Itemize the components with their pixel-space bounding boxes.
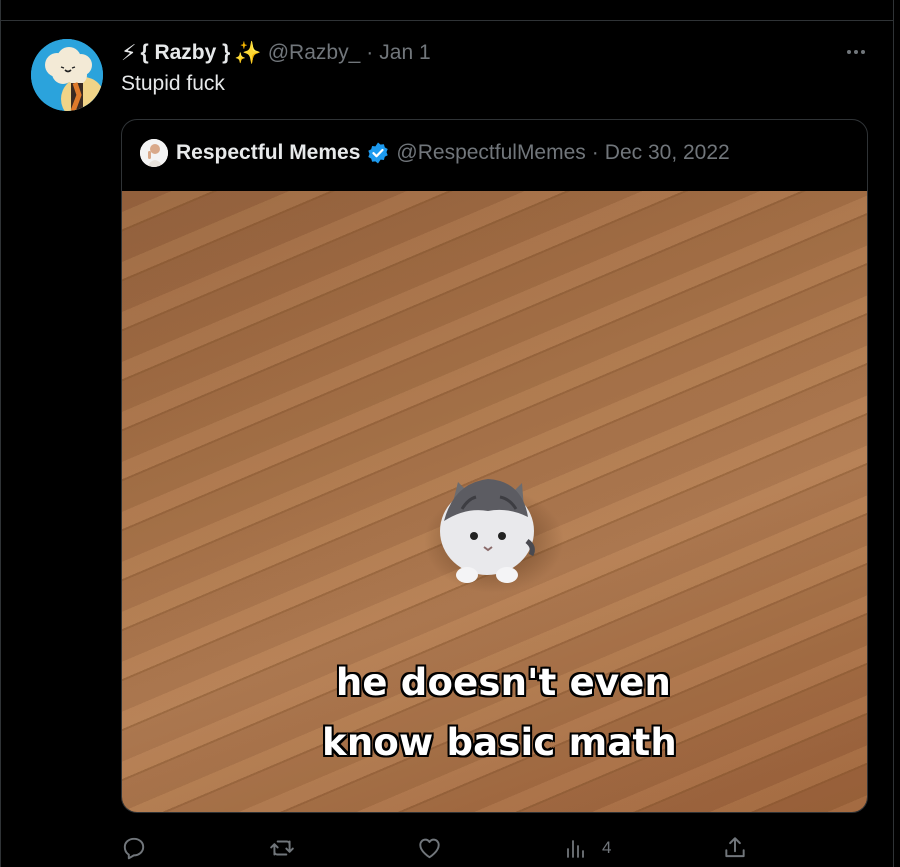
quoted-separator: ·	[591, 141, 599, 164]
top-divider	[0, 20, 894, 21]
quoted-handle[interactable]: @RespectfulMemes	[396, 141, 585, 165]
reply-button[interactable]	[121, 830, 147, 866]
action-bar: 4	[0, 830, 894, 866]
kitten-meme-image[interactable]: he doesn't even know basic math	[122, 191, 867, 812]
views-count: 4	[602, 838, 612, 857]
quoted-date[interactable]: Dec 30, 2022	[605, 141, 730, 165]
quoted-tweet-header: Respectful Memes @RespectfulMemes · Dec …	[140, 138, 730, 168]
author-display-name[interactable]: { Razby }	[140, 41, 230, 65]
lightning-emoji: ⚡	[121, 40, 137, 65]
meme-caption-line2: know basic math	[322, 721, 677, 764]
more-options-button[interactable]	[842, 40, 870, 64]
sparkles-emoji: ✨	[234, 40, 262, 65]
retweet-button[interactable]	[268, 830, 296, 866]
tweet-date[interactable]: Jan 1	[379, 41, 430, 65]
tweet-text: Stupid fuck	[121, 72, 225, 95]
header-separator: ·	[366, 41, 374, 64]
column-border-left	[0, 0, 1, 867]
author-handle[interactable]: @Razby_	[268, 41, 361, 65]
like-button[interactable]	[416, 830, 443, 866]
tweet-header: ⚡ { Razby } ✨ @Razby_ · Jan 1	[121, 38, 431, 68]
quoted-tweet[interactable]: Respectful Memes @RespectfulMemes · Dec …	[121, 119, 868, 813]
author-avatar[interactable]	[31, 39, 103, 111]
more-icon	[847, 50, 851, 54]
heart-icon	[419, 838, 440, 859]
share-button[interactable]	[722, 830, 748, 866]
column-border-right	[893, 0, 894, 867]
meme-caption-line1: he doesn't even	[335, 661, 672, 704]
avatar-cartoon-icon	[31, 39, 103, 111]
views-button[interactable]: 4	[564, 830, 611, 866]
verified-badge-icon	[366, 141, 390, 165]
quoted-display-name[interactable]: Respectful Memes	[176, 141, 360, 165]
retweet-icon	[270, 840, 294, 856]
avatar-icon	[140, 139, 168, 167]
floor-and-kitten	[122, 191, 867, 812]
reply-icon	[123, 837, 145, 860]
quoted-author-avatar[interactable]	[140, 139, 168, 167]
views-icon	[567, 840, 584, 858]
share-icon	[725, 837, 745, 858]
